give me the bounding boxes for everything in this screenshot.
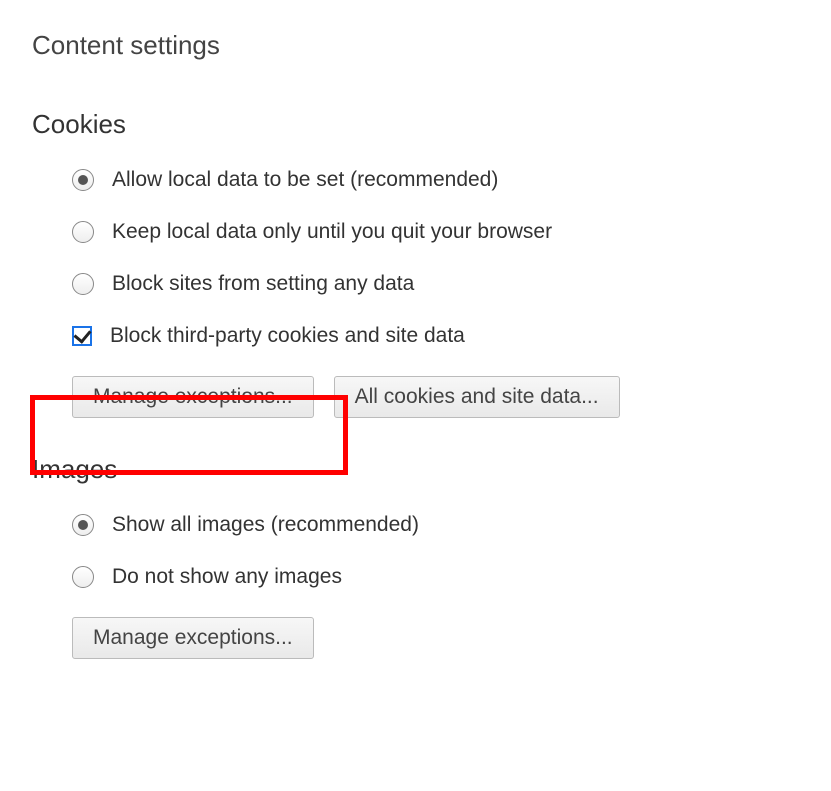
option-label: Keep local data only until you quit your… bbox=[112, 220, 552, 244]
option-label: Show all images (recommended) bbox=[112, 513, 419, 537]
manage-exceptions-button[interactable]: Manage exceptions... bbox=[72, 376, 314, 418]
cookies-button-row: Manage exceptions... All cookies and sit… bbox=[32, 376, 799, 418]
radio-icon[interactable] bbox=[72, 273, 94, 295]
images-button-row: Manage exceptions... bbox=[32, 617, 799, 659]
radio-icon[interactable] bbox=[72, 169, 94, 191]
option-label: Block third-party cookies and site data bbox=[110, 324, 465, 348]
all-cookies-button[interactable]: All cookies and site data... bbox=[334, 376, 620, 418]
cookies-option-allow[interactable]: Allow local data to be set (recommended) bbox=[72, 168, 799, 192]
manage-exceptions-button[interactable]: Manage exceptions... bbox=[72, 617, 314, 659]
cookies-option-block-all[interactable]: Block sites from setting any data bbox=[72, 272, 799, 296]
cookies-option-block-third-party[interactable]: Block third-party cookies and site data bbox=[72, 324, 799, 348]
option-label: Allow local data to be set (recommended) bbox=[112, 168, 498, 192]
checkbox-icon[interactable] bbox=[72, 326, 92, 346]
option-label: Block sites from setting any data bbox=[112, 272, 414, 296]
radio-icon[interactable] bbox=[72, 514, 94, 536]
images-option-do-not-show[interactable]: Do not show any images bbox=[72, 565, 799, 589]
radio-icon[interactable] bbox=[72, 566, 94, 588]
page-title: Content settings bbox=[32, 30, 799, 61]
images-option-show-all[interactable]: Show all images (recommended) bbox=[72, 513, 799, 537]
images-options: Show all images (recommended) Do not sho… bbox=[32, 513, 799, 589]
images-heading: Images bbox=[32, 454, 799, 485]
cookies-option-keep-until-quit[interactable]: Keep local data only until you quit your… bbox=[72, 220, 799, 244]
cookies-section: Cookies Allow local data to be set (reco… bbox=[32, 109, 799, 418]
option-label: Do not show any images bbox=[112, 565, 342, 589]
radio-icon[interactable] bbox=[72, 221, 94, 243]
cookies-heading: Cookies bbox=[32, 109, 799, 140]
cookies-options: Allow local data to be set (recommended)… bbox=[32, 168, 799, 348]
content-settings-panel: Content settings Cookies Allow local dat… bbox=[0, 0, 831, 725]
images-section: Images Show all images (recommended) Do … bbox=[32, 454, 799, 659]
